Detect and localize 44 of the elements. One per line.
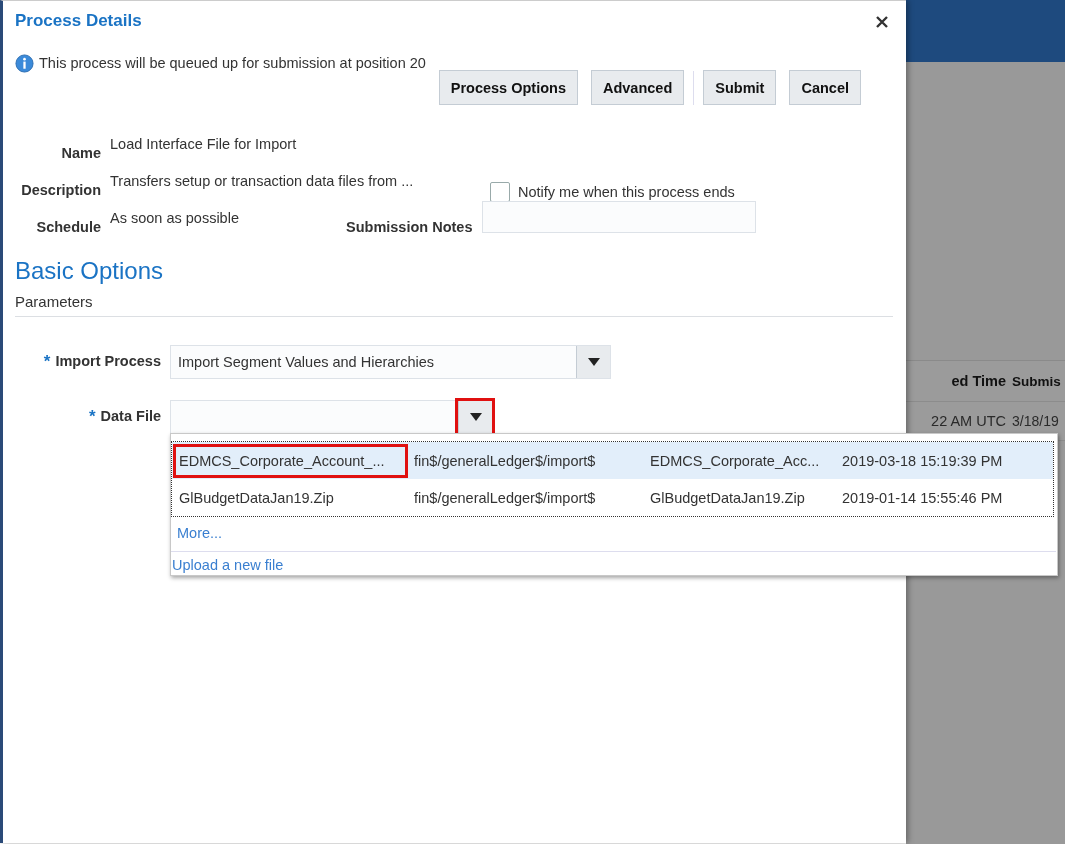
table-cell: 2019-01-14 15:55:46 PM xyxy=(842,489,1003,506)
upload-link[interactable]: Upload a new file xyxy=(171,552,1057,575)
dropdown-button[interactable] xyxy=(458,401,492,433)
toolbar-button[interactable]: Cancel xyxy=(789,70,861,105)
field-value: Transfers setup or transaction data files from ... xyxy=(109,173,415,191)
required-mark: * xyxy=(88,408,96,424)
file-row[interactable]: EDMCS_Corporate_Account_... fin$/generalLedger$/import$ EDMCS_Corporate_Acc... 2019-03-18 15:19:39 PM xyxy=(172,442,1053,479)
more-link[interactable]: More... xyxy=(171,517,1057,551)
toolbar-button[interactable]: Advanced xyxy=(590,70,685,105)
dialog-title: Process Details xyxy=(15,11,142,31)
caret-icon xyxy=(469,413,482,421)
dropdown-button[interactable] xyxy=(576,346,610,378)
caret-icon xyxy=(587,358,600,366)
table-cell: 22 AM UTC xyxy=(931,413,1006,429)
field-label: Import Process xyxy=(55,353,161,369)
field-value: Load Interface File for Import xyxy=(109,136,298,154)
column-header: Submis xyxy=(1011,373,1061,389)
toolbar-button[interactable]: Submit xyxy=(703,70,777,105)
table-cell-text: GlBudgetDataJan19.Zip xyxy=(178,488,335,508)
import-process-select[interactable]: Import Segment Values and Hierarchies xyxy=(170,345,611,379)
required-mark: * xyxy=(43,353,51,369)
table-cell-text: fin$/generalLedger$/import$ xyxy=(414,452,597,469)
table-cell-text: fin$/generalLedger$/import$ xyxy=(414,489,597,506)
field-label: Description xyxy=(20,181,101,200)
subsection-title: Parameters xyxy=(15,293,94,310)
table-cell-text: EDMCS_Corporate_Acc... xyxy=(650,452,821,469)
table-cell: EDMCS_Corporate_Account_... xyxy=(176,446,405,475)
file-row[interactable]: GlBudgetDataJan19.Zip fin$/generalLedger$/import$ GlBudgetDataJan19.Zip 2019-01-14 15:55:46 PM xyxy=(172,479,1053,516)
close-icon[interactable] xyxy=(876,16,888,28)
toolbar-button[interactable]: Process Options xyxy=(438,70,578,105)
section-title: Basic Options xyxy=(15,257,165,285)
field-label: Data File xyxy=(100,408,161,424)
table-cell-text: GlBudgetDataJan19.Zip xyxy=(650,489,806,506)
field-label: Name xyxy=(60,144,101,163)
field-value: As soon as possible xyxy=(109,210,240,228)
info-message: This process will be queued up for submission at position 20 xyxy=(39,55,426,71)
checkbox-label: Notify me when this process ends xyxy=(518,183,735,200)
table-cell: 3/18/19 xyxy=(1012,413,1059,429)
field-label: Schedule xyxy=(35,218,101,237)
info-icon xyxy=(15,53,34,73)
column-header: ed Time xyxy=(950,373,1007,389)
notes-field[interactable] xyxy=(481,201,756,233)
table-cell: 2019-03-18 15:19:39 PM xyxy=(842,452,1003,469)
field-label: Submission Notes xyxy=(346,218,473,235)
